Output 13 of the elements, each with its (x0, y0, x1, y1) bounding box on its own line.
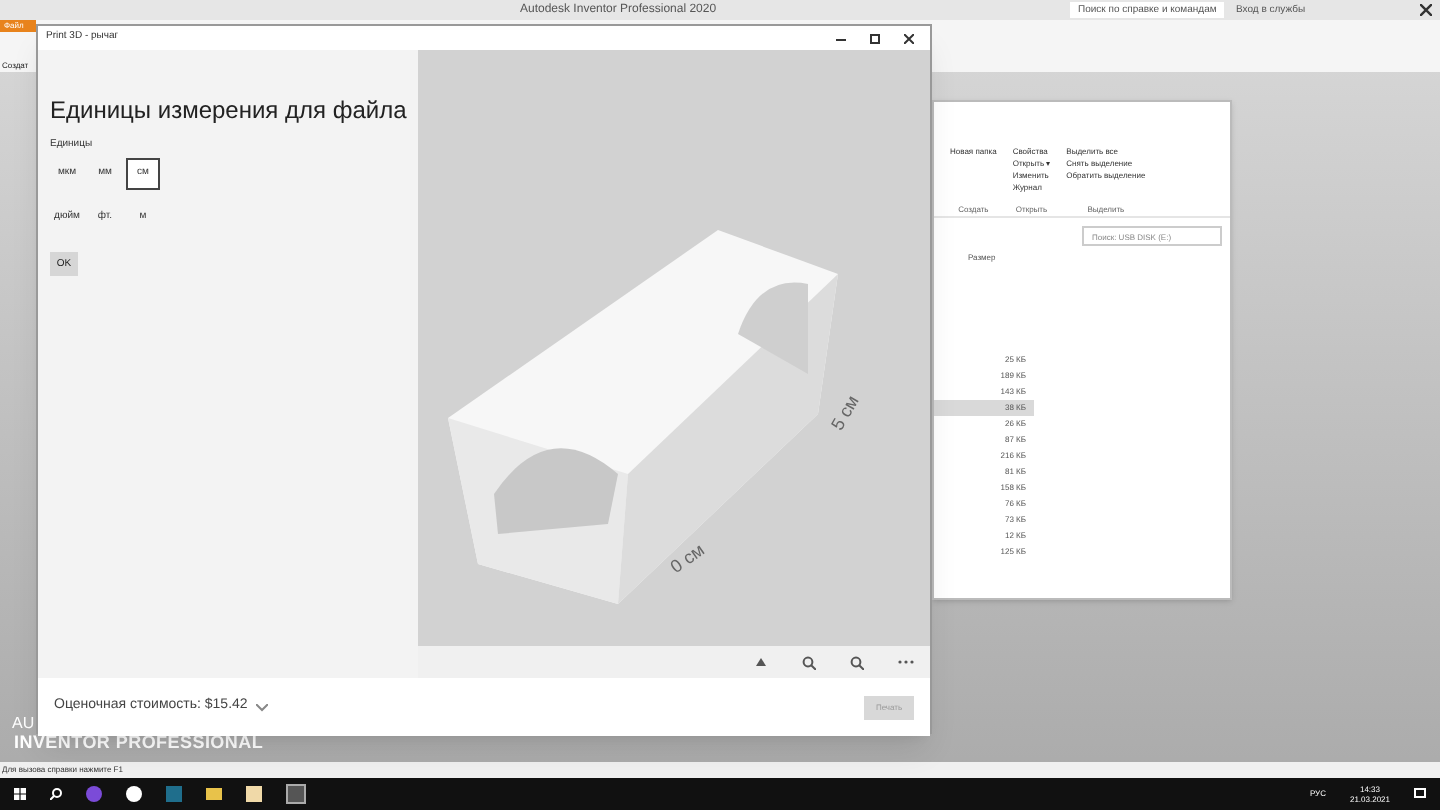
close-icon[interactable] (1420, 4, 1432, 16)
maximize-icon[interactable] (870, 33, 880, 43)
brand-text: INVENTOR PROFESSIONAL (14, 730, 264, 756)
zoom-in-icon[interactable] (802, 655, 816, 669)
close-icon[interactable] (904, 33, 914, 43)
minimize-icon[interactable] (836, 33, 846, 43)
panel-heading: Единицы измерения для файла (50, 94, 407, 126)
dimension-label: 5 см (825, 391, 866, 436)
search-icon[interactable] (50, 788, 62, 800)
chevron-down-icon[interactable] (255, 703, 268, 711)
brand-text: AU (12, 712, 35, 735)
windows-logo-icon[interactable] (14, 788, 26, 800)
dimension-label: 0 см (666, 538, 711, 581)
